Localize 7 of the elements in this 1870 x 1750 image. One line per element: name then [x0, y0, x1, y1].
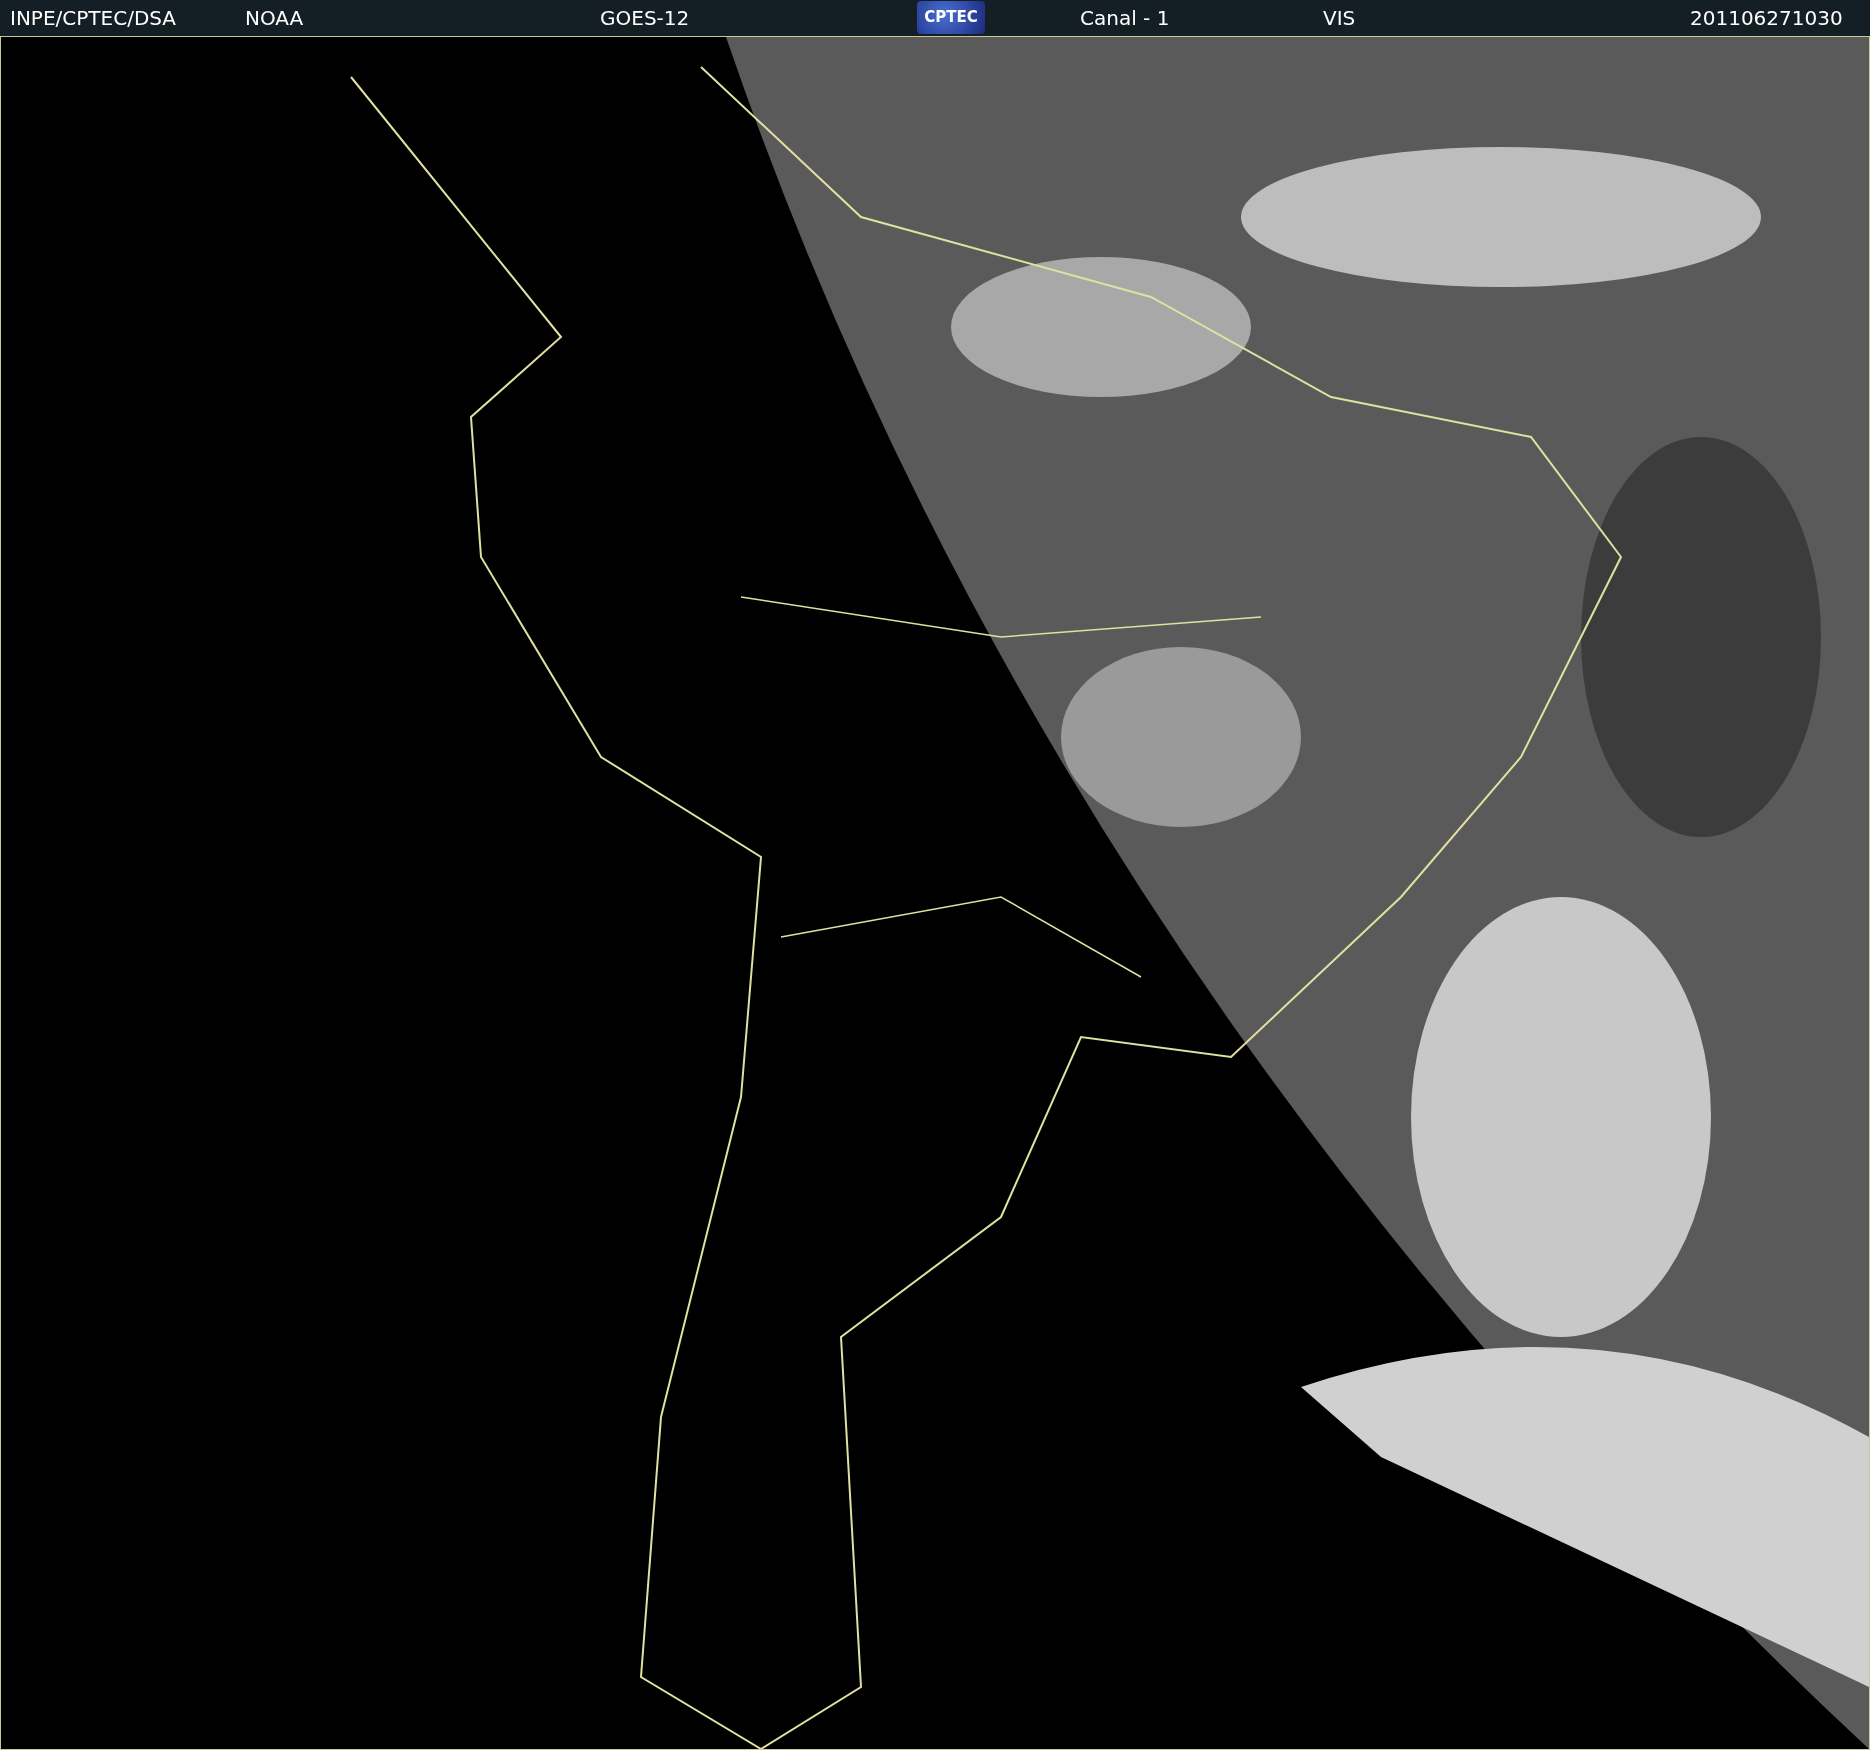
header-label: Canal - 1: [1080, 6, 1170, 30]
logo: CPTEC: [917, 1, 985, 34]
header-label: NOAA: [245, 6, 304, 30]
header-label: GOES-12: [600, 6, 690, 30]
header-label: 201106271030: [1690, 6, 1843, 30]
header-label: INPE/CPTEC/DSA: [10, 6, 177, 30]
header-label: VIS: [1323, 6, 1356, 30]
